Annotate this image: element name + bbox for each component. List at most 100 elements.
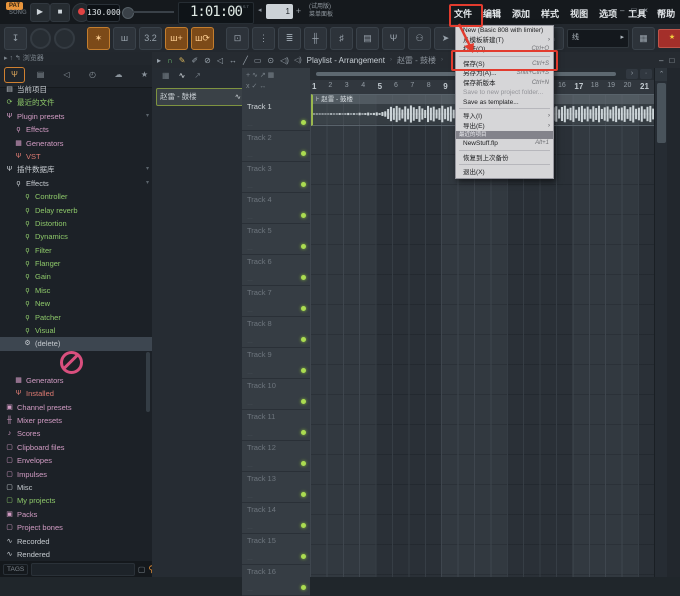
track-header-15[interactable]: Track 15…: [242, 534, 310, 565]
minimize-button[interactable]: ‒: [620, 6, 624, 15]
track-header-11[interactable]: Track 11…: [242, 410, 310, 441]
tags-input[interactable]: [31, 562, 135, 576]
main-pitch-knob[interactable]: [54, 27, 75, 49]
track-led[interactable]: [301, 523, 306, 528]
track-header-tools[interactable]: + ∿ ↗ ▦ x ✓ ↔: [242, 68, 310, 100]
magnet-icon[interactable]: ∩: [167, 56, 173, 65]
piano-roll-icon[interactable]: ⋮: [252, 26, 275, 50]
browser-item-installed[interactable]: Ψ Installed: [0, 387, 152, 400]
browser-item-misc[interactable]: ϙ Misc: [0, 284, 152, 297]
menubar-item-3[interactable]: 样式: [539, 5, 561, 22]
browser-item-distortion[interactable]: ϙ Distortion: [0, 217, 152, 230]
track-header-9[interactable]: Track 9…: [242, 348, 310, 379]
speaker-icon[interactable]: ◁): [294, 56, 302, 64]
menubar-item-1[interactable]: 编辑: [481, 5, 503, 22]
select-icon[interactable]: ▭: [254, 56, 262, 65]
zoom-button[interactable]: ·: [640, 69, 652, 79]
play-button[interactable]: ▶: [30, 3, 50, 22]
vertical-scrollbar[interactable]: ⌃: [654, 68, 668, 577]
menubar-item-0[interactable]: 文件: [452, 5, 474, 22]
browser-item-misc[interactable]: ▢ Misc: [0, 481, 152, 494]
menu-item-6[interactable]: 保存新版本 Ctrl+N: [456, 79, 553, 89]
browser-item-effects[interactable]: ϙ Effects ▾: [0, 177, 152, 190]
track-led[interactable]: [301, 306, 306, 311]
touch-icon[interactable]: ⚇: [408, 26, 431, 50]
browser-item-当前项目[interactable]: ▤ 当前项目: [0, 83, 152, 96]
browser-item-flanger[interactable]: ϙ Flanger: [0, 257, 152, 270]
track-led[interactable]: [301, 151, 306, 156]
browser-item-patcher[interactable]: ϙ Patcher: [0, 311, 152, 324]
track-led[interactable]: [301, 244, 306, 249]
playlist-song-name[interactable]: 赵雷 - 鼓楼: [397, 55, 436, 66]
browser-item-generators[interactable]: ▦ Generators: [0, 374, 152, 387]
browser-item-filter[interactable]: ϙ Filter: [0, 244, 152, 257]
track-header-6[interactable]: Track 6…: [242, 255, 310, 286]
browser-item-new[interactable]: ϙ New: [0, 297, 152, 310]
track-header-7[interactable]: Track 7…: [242, 286, 310, 317]
typing-keyboard-icon[interactable]: ↧: [4, 26, 27, 50]
language-flag-icon[interactable]: ★: [658, 28, 680, 48]
picker-tab-automation[interactable]: ↗: [194, 71, 201, 80]
browser-icon[interactable]: ▤: [356, 26, 379, 50]
browser-item-scores[interactable]: ♪ Scores: [0, 427, 152, 440]
browser-nav-icons[interactable]: ▸ ↑ ↰: [4, 55, 21, 62]
browser-item-project-bones[interactable]: ▢ Project bones: [0, 521, 152, 534]
one-click-rec-icon[interactable]: ➤: [434, 26, 457, 50]
track-header-16[interactable]: Track 16…: [242, 565, 310, 596]
pencil-icon[interactable]: ✎: [179, 56, 186, 65]
folder-icon[interactable]: ▢: [138, 565, 146, 574]
pat-song-toggle[interactable]: PAT SONG: [6, 2, 30, 22]
line-input-selector[interactable]: 线 ▸: [567, 28, 629, 48]
maximize-button[interactable]: □: [669, 56, 674, 65]
midi-keyboard-icon[interactable]: ▦: [632, 26, 655, 50]
menu-item-8[interactable]: Save as template...: [456, 98, 553, 108]
step-edit-icon[interactable]: ⊡: [226, 26, 249, 50]
track-header-13[interactable]: Track 13…: [242, 472, 310, 503]
tab-cloud[interactable]: ☁: [108, 67, 129, 83]
menubar-item-7[interactable]: 帮助: [655, 5, 677, 22]
browser-scrollbar[interactable]: [146, 352, 150, 412]
menu-item-11[interactable]: 导出(E) ›: [456, 122, 553, 132]
menu-item-2[interactable]: 打开(O)... Ctrl+O: [456, 45, 553, 55]
track-header-14[interactable]: Track 14…: [242, 503, 310, 534]
track-header-12[interactable]: Track 12…: [242, 441, 310, 472]
shuffle-slider[interactable]: [122, 7, 134, 19]
scroll-right-button[interactable]: ›: [626, 69, 638, 79]
browser-item-channel-presets[interactable]: ▣ Channel presets: [0, 401, 152, 414]
picker-tab-audio[interactable]: ∿: [179, 71, 186, 80]
menu-item-0[interactable]: New (Basic 808 with limiter): [456, 26, 553, 36]
track-led[interactable]: [301, 275, 306, 280]
mute-icon[interactable]: ◁: [217, 56, 223, 65]
browser-item-dynamics[interactable]: ϙ Dynamics: [0, 230, 152, 243]
browser-item-visual[interactable]: ϙ Visual: [0, 324, 152, 337]
menu-item-10[interactable]: 导入(I) ›: [456, 112, 553, 122]
metronome-icon[interactable]: ✶: [87, 26, 110, 50]
browser-item-clipboard-files[interactable]: ▢ Clipboard files: [0, 441, 152, 454]
track-header-3[interactable]: Track 3…: [242, 162, 310, 193]
track-led[interactable]: [301, 461, 306, 466]
menubar-item-5[interactable]: 选项: [597, 5, 619, 22]
browser-item-最近的文件[interactable]: ⟳ 最近的文件: [0, 96, 152, 109]
expand-caret-icon[interactable]: ▾: [146, 110, 149, 123]
tab-files[interactable]: ▤: [30, 67, 51, 83]
browser-item--delete-[interactable]: ⚙ (delete): [0, 337, 152, 351]
browser-item-impulses[interactable]: ▢ Impulses: [0, 468, 152, 481]
blend-recording-icon[interactable]: ш+: [165, 26, 188, 50]
browser-item-rendered[interactable]: ∿ Rendered: [0, 548, 152, 561]
maximize-button[interactable]: □: [631, 6, 636, 15]
play-icon[interactable]: ▸: [157, 56, 161, 65]
loop-recording-icon[interactable]: ш⟳: [191, 26, 214, 50]
track-led[interactable]: [301, 430, 306, 435]
browser-item-vst[interactable]: Ψ VST: [0, 150, 152, 163]
wait-for-input-icon[interactable]: ш: [113, 26, 136, 50]
menu-item-7[interactable]: Save to new project folder...: [456, 88, 553, 98]
close-button[interactable]: ×: [643, 6, 648, 15]
track-header-5[interactable]: Track 5…: [242, 224, 310, 255]
track-led[interactable]: [301, 337, 306, 342]
pattern-add-button[interactable]: +: [293, 4, 304, 19]
track-header-1[interactable]: Track 1…: [242, 100, 310, 131]
menu-item-13[interactable]: NewStuff.flp Alt+1: [456, 139, 553, 149]
picker-clip-item[interactable]: 赵雷 - 鼓楼 ∿: [156, 88, 245, 106]
mixer-icon[interactable]: ╫: [304, 26, 327, 50]
browser-item-packs[interactable]: ▣ Packs: [0, 508, 152, 521]
